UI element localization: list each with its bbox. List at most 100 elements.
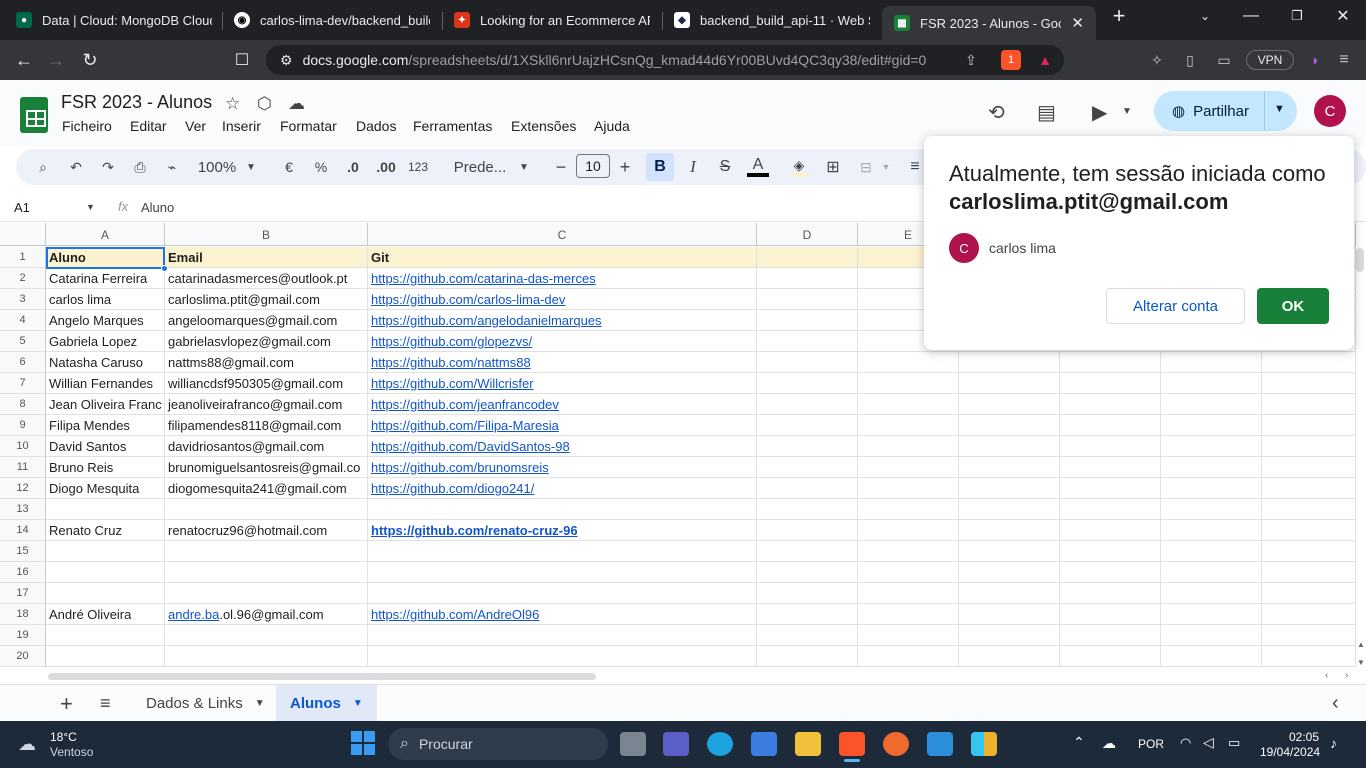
paint-format-icon[interactable]: ⌁ — [162, 157, 182, 177]
cell-aluno[interactable] — [46, 625, 165, 646]
cell[interactable] — [959, 625, 1060, 646]
column-header-d[interactable]: D — [757, 223, 858, 246]
cell[interactable] — [757, 541, 858, 562]
cell[interactable] — [757, 331, 858, 352]
cell[interactable] — [959, 394, 1060, 415]
menu-format[interactable]: Formatar — [280, 118, 337, 134]
cell[interactable] — [1262, 604, 1356, 625]
cell[interactable] — [1161, 457, 1262, 478]
chevron-down-icon[interactable]: ▼ — [255, 698, 265, 709]
file-explorer-icon[interactable] — [795, 732, 821, 756]
cell[interactable] — [858, 541, 959, 562]
clock-date[interactable]: 19/04/2024 — [1260, 745, 1320, 759]
formula-input[interactable]: Aluno — [141, 200, 174, 215]
cell[interactable] — [1161, 625, 1262, 646]
cell-email[interactable]: nattms88@gmail.com — [165, 352, 368, 373]
taskbar-search[interactable]: ⌕ Procurar — [388, 728, 608, 760]
cell[interactable] — [757, 436, 858, 457]
cell[interactable] — [959, 373, 1060, 394]
italic-icon[interactable]: I — [684, 157, 702, 177]
cell[interactable] — [1060, 541, 1161, 562]
row-header[interactable]: 2 — [0, 268, 46, 289]
currency-format-button[interactable]: € — [279, 157, 299, 177]
cell[interactable] — [1262, 436, 1356, 457]
weather-text[interactable]: Ventoso — [50, 745, 93, 759]
text-color-icon[interactable]: A — [747, 156, 769, 177]
cell[interactable] — [757, 289, 858, 310]
cell[interactable] — [959, 499, 1060, 520]
cell[interactable] — [1060, 436, 1161, 457]
cell[interactable] — [959, 478, 1060, 499]
row-header[interactable]: 13 — [0, 499, 46, 520]
comments-icon[interactable]: ▤ — [1037, 100, 1056, 125]
decrease-decimal-button[interactable]: .0 — [342, 157, 364, 177]
number-format-button[interactable]: 123 — [406, 157, 430, 177]
cell-email[interactable]: Email — [165, 247, 368, 268]
chevron-down-icon[interactable]: ▼ — [353, 698, 363, 709]
cell[interactable] — [858, 373, 959, 394]
cell-aluno[interactable]: Renato Cruz — [46, 520, 165, 541]
row-header[interactable]: 17 — [0, 583, 46, 604]
cell[interactable] — [1060, 562, 1161, 583]
cell-git[interactable]: https://github.com/diogo241/ — [368, 478, 757, 499]
decrease-font-size-icon[interactable]: − — [552, 157, 570, 177]
cell-aluno[interactable]: Aluno — [46, 247, 165, 268]
back-icon[interactable]: ← — [12, 48, 36, 72]
menu-tools[interactable]: Ferramentas — [413, 118, 492, 134]
cell[interactable] — [858, 436, 959, 457]
cell-aluno[interactable]: carlos lima — [46, 289, 165, 310]
zoom-select[interactable]: 100% — [196, 157, 238, 177]
edge-icon[interactable] — [707, 732, 733, 756]
cell[interactable] — [1161, 394, 1262, 415]
cell-git[interactable]: https://github.com/jeanfrancodev — [368, 394, 757, 415]
language-indicator[interactable]: POR — [1138, 737, 1164, 751]
cell-email[interactable]: jeanoliveirafranco@gmail.com — [165, 394, 368, 415]
cell-git[interactable]: https://github.com/Filipa-Maresia — [368, 415, 757, 436]
menu-edit[interactable]: Editar — [130, 118, 167, 134]
increase-font-size-icon[interactable]: + — [616, 157, 634, 177]
cell[interactable] — [1161, 415, 1262, 436]
cell[interactable] — [858, 457, 959, 478]
cell[interactable] — [1161, 436, 1262, 457]
chevron-down-icon[interactable]: ▼ — [1122, 106, 1132, 117]
close-tab-icon[interactable]: ✕ — [1071, 14, 1084, 32]
cell-email[interactable]: renatocruz96@hotmail.com — [165, 520, 368, 541]
cell-email[interactable]: carloslima.ptit@gmail.com — [165, 289, 368, 310]
version-history-icon[interactable]: ⟲ — [988, 100, 1005, 125]
cell[interactable] — [1060, 499, 1161, 520]
cell[interactable] — [959, 436, 1060, 457]
browser-tab[interactable]: ● Data | Cloud: MongoDB Cloud — [4, 4, 224, 36]
cell-git[interactable] — [368, 625, 757, 646]
row-header[interactable]: 7 — [0, 373, 46, 394]
explore-collapse-icon[interactable]: ‹ — [1318, 685, 1353, 722]
cell-git[interactable]: https://github.com/glopezvs/ — [368, 331, 757, 352]
cell[interactable] — [1161, 499, 1262, 520]
cell-git[interactable] — [368, 541, 757, 562]
chevron-down-icon[interactable]: ▼ — [880, 157, 892, 177]
email-link[interactable]: andre.ba — [168, 607, 219, 622]
row-header[interactable]: 12 — [0, 478, 46, 499]
cell-email[interactable]: davidriosantos@gmail.com — [165, 436, 368, 457]
row-header[interactable]: 16 — [0, 562, 46, 583]
browser-tab[interactable]: ◆ backend_build_api-11 · Web Ser — [662, 4, 882, 36]
cell[interactable] — [858, 415, 959, 436]
cell[interactable] — [959, 415, 1060, 436]
cell[interactable] — [1262, 457, 1356, 478]
slack-icon[interactable] — [971, 732, 997, 756]
postman-icon[interactable] — [883, 732, 909, 756]
cell-aluno[interactable]: Bruno Reis — [46, 457, 165, 478]
cell-email[interactable] — [165, 562, 368, 583]
cell-email[interactable]: filipamendes8118@gmail.com — [165, 415, 368, 436]
onedrive-icon[interactable]: ☁ — [1102, 735, 1116, 752]
teams-icon[interactable] — [663, 732, 689, 756]
scroll-down-icon[interactable]: ▼ — [1357, 658, 1365, 667]
cell[interactable] — [959, 562, 1060, 583]
cell-git[interactable]: Git — [368, 247, 757, 268]
cloud-status-icon[interactable]: ☁ — [288, 94, 305, 114]
row-header[interactable]: 18 — [0, 604, 46, 625]
cell-aluno[interactable]: Catarina Ferreira — [46, 268, 165, 289]
browser-tab-active[interactable]: ▦ FSR 2023 - Alunos - Google ✕ — [882, 6, 1096, 40]
cell[interactable] — [757, 646, 858, 667]
sheet-tab-dados-links[interactable]: Dados & Links ▼ — [132, 685, 279, 722]
brave-rewards-icon[interactable]: ▲ — [1035, 50, 1055, 70]
